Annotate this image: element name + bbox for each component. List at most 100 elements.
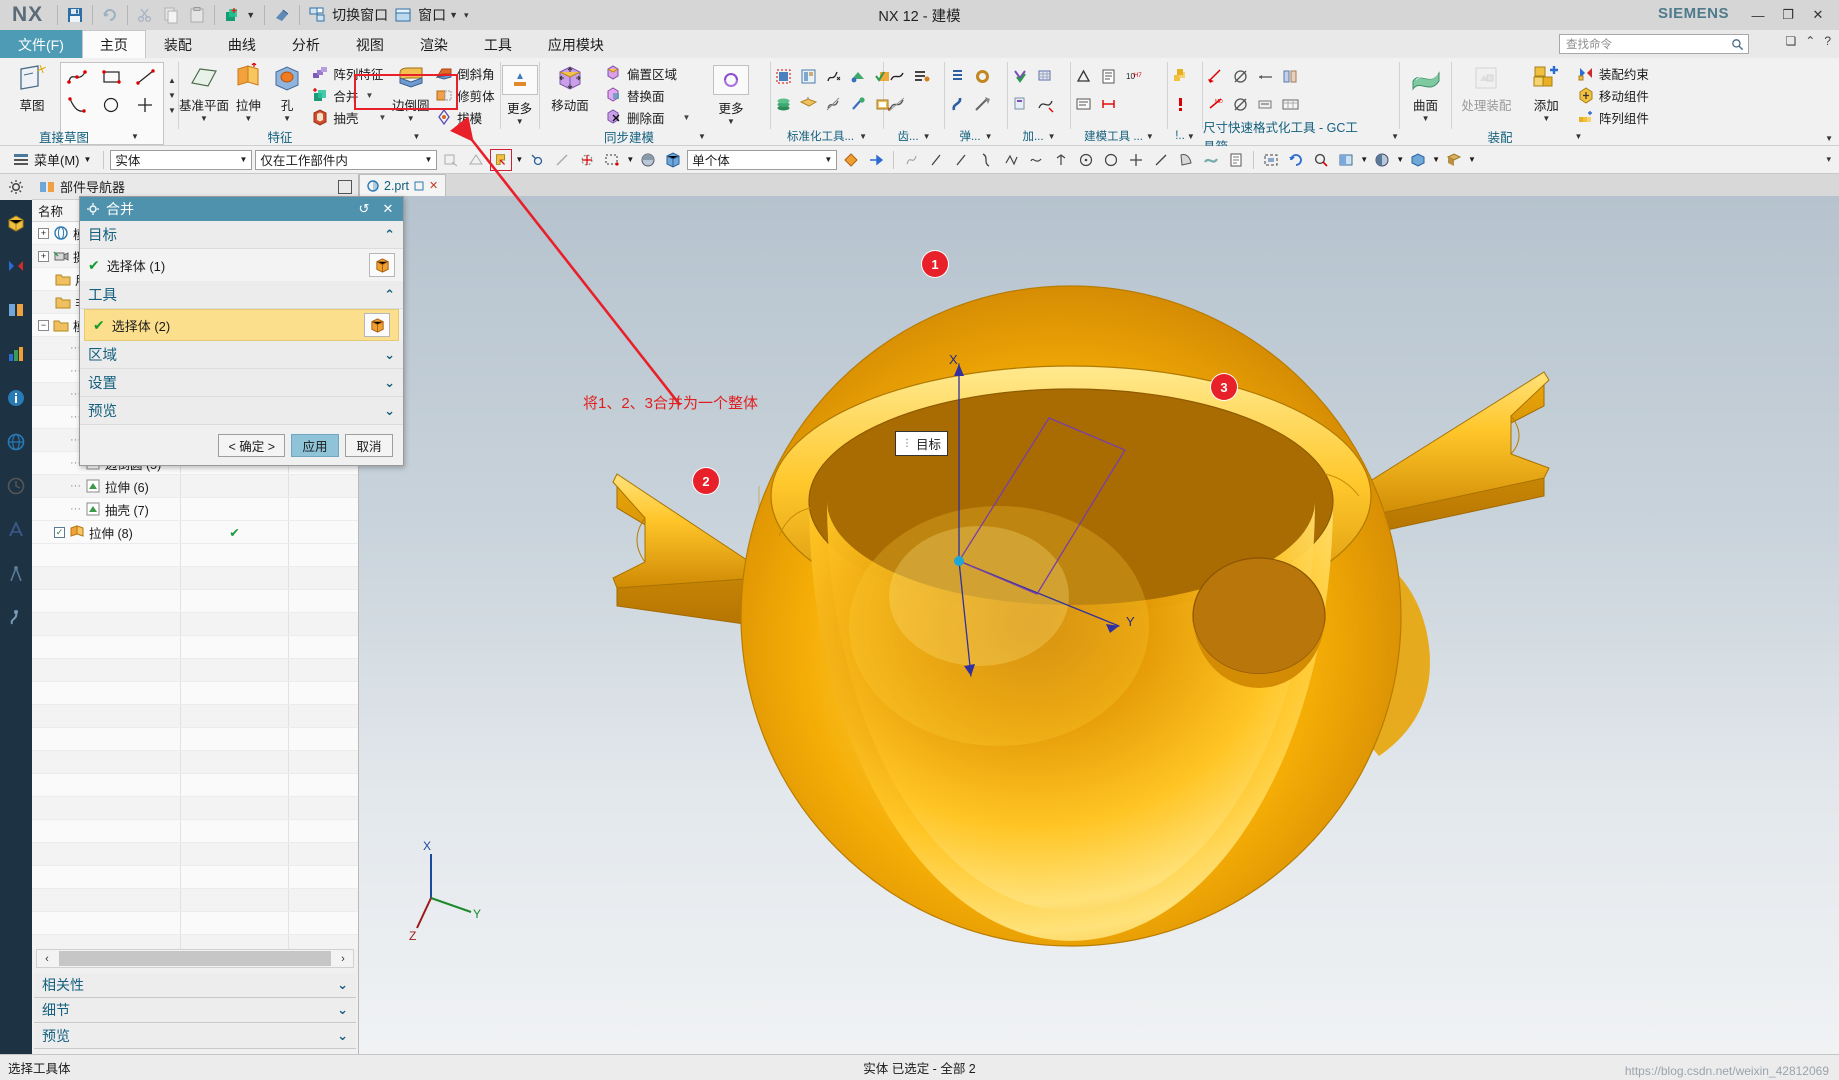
check-assembly-icon[interactable]	[1008, 63, 1033, 89]
close-icon[interactable]: ✕	[1803, 0, 1833, 30]
scroll-up-icon[interactable]: ▲	[168, 76, 176, 85]
view-style-icon[interactable]	[1335, 149, 1357, 171]
draft-button[interactable]: 拔模	[430, 106, 500, 128]
body-selection-filter[interactable]: 单个体 ▼	[687, 149, 838, 170]
group-expand-icon[interactable]: ▼	[413, 132, 421, 141]
dialog-section-tool[interactable]: 工具 ⌃	[80, 281, 403, 309]
scroll-down-icon[interactable]: ▼	[168, 91, 176, 100]
chamfer-button[interactable]: 倒斜角	[430, 62, 500, 84]
spring-tool-icon[interactable]	[970, 91, 995, 117]
expander-icon[interactable]: +	[38, 227, 49, 239]
expand-gallery-icon[interactable]: ▼	[168, 106, 176, 115]
selection-scope-filter[interactable]: 仅在工作部件内 ▼	[255, 149, 438, 170]
save-icon[interactable]	[62, 3, 88, 27]
spur-gear-icon[interactable]	[884, 63, 909, 89]
extension-spring-icon[interactable]	[945, 91, 970, 117]
chevron-down-icon[interactable]: ⌄	[384, 347, 395, 363]
shell-button[interactable]: 抽壳 ▼	[306, 106, 391, 128]
chevron-down-icon[interactable]: ⌄	[337, 1002, 348, 1018]
sidebar-item-roles[interactable]	[0, 552, 32, 596]
view-orient-icon[interactable]	[1407, 149, 1429, 171]
dialog-section-target[interactable]: 目标 ⌃	[80, 221, 403, 249]
blocks-icon[interactable]	[1168, 63, 1193, 89]
maximize-icon[interactable]: ❐	[1773, 0, 1803, 30]
rectangle-icon[interactable]	[99, 66, 125, 88]
torsion-spring-icon[interactable]	[970, 63, 995, 89]
chevron-down-icon[interactable]: ▼	[200, 115, 208, 123]
reuse-part-icon[interactable]	[771, 91, 796, 117]
tab-tools[interactable]: 工具	[466, 30, 530, 58]
apply-button[interactable]: 应用	[291, 433, 339, 457]
scroll-left-icon[interactable]: ‹	[37, 953, 57, 965]
document-icon[interactable]	[1096, 63, 1121, 89]
arc-icon[interactable]	[65, 94, 91, 116]
table-row[interactable]: ··· 抽壳 (7)	[32, 498, 358, 521]
trim-body-button[interactable]: 修剪体	[430, 84, 500, 106]
chevron-down-icon[interactable]: ▼	[1422, 115, 1430, 123]
section-details[interactable]: 细节 ⌄	[34, 998, 356, 1023]
chevron-down-icon[interactable]: ▼	[84, 155, 92, 164]
line-icon[interactable]	[133, 66, 159, 88]
chevron-down-icon[interactable]: ▼	[515, 155, 523, 164]
sidebar-item-system-scene[interactable]	[0, 596, 32, 640]
snap-inferred-icon[interactable]	[900, 149, 922, 171]
dim-arrow-icon[interactable]	[1253, 63, 1278, 89]
cancel-button[interactable]: 取消	[345, 433, 393, 457]
select-face-icon[interactable]	[490, 148, 513, 171]
chevron-down-icon[interactable]: ⌄	[337, 1028, 348, 1044]
new-object-icon[interactable]	[219, 3, 245, 27]
quick-dim-icon[interactable]	[1203, 63, 1228, 89]
chevron-down-icon[interactable]: ▼	[245, 10, 260, 20]
tab-render[interactable]: 渲染	[402, 30, 466, 58]
chevron-down-icon[interactable]: ▼	[378, 113, 386, 122]
table-row[interactable]: ✓ 拉伸 (8) ✔	[32, 521, 358, 544]
shaded-view-icon[interactable]	[637, 149, 659, 171]
unite-button[interactable]: 合并 ▼	[306, 84, 391, 106]
window-restore-icon[interactable]: ❏	[1785, 34, 1796, 48]
snap-arc-icon[interactable]	[975, 149, 997, 171]
chevron-down-icon[interactable]: ⌄	[337, 977, 348, 993]
chevron-down-icon[interactable]: ▼	[626, 155, 634, 164]
grid-tool-icon[interactable]	[1033, 63, 1058, 89]
tree-item[interactable]: ✓ 拉伸 (8)	[32, 523, 180, 542]
exclaim-icon[interactable]	[1168, 91, 1193, 117]
switch-window-label[interactable]: 切换窗口	[330, 5, 390, 25]
group-expand-icon[interactable]: ▼	[1146, 132, 1154, 141]
window-label[interactable]: 窗口	[416, 5, 448, 25]
rail-settings-button[interactable]	[0, 174, 32, 200]
checkbox[interactable]: ✓	[54, 526, 65, 538]
render-style-icon[interactable]	[1371, 149, 1393, 171]
snap-wave-icon[interactable]	[1025, 149, 1047, 171]
sidebar-item-assembly-navigator[interactable]	[0, 200, 32, 244]
tree-item[interactable]: ··· 拉伸 (6)	[32, 477, 180, 496]
tab-home[interactable]: 主页	[81, 30, 146, 58]
snap-point-cross-icon[interactable]	[1125, 149, 1147, 171]
sidebar-item-process-studio[interactable]	[0, 508, 32, 552]
help-icon[interactable]: ?	[1824, 34, 1831, 48]
bevel-gear-icon[interactable]	[884, 91, 909, 117]
chevron-down-icon[interactable]: ▼	[448, 10, 463, 20]
rectangle-select-icon[interactable]	[601, 149, 623, 171]
snap-center-icon[interactable]	[1075, 149, 1097, 171]
view-section-icon[interactable]	[1443, 149, 1465, 171]
sidebar-item-hd3d-tools[interactable]	[0, 376, 32, 420]
expander-icon[interactable]: +	[38, 250, 49, 262]
tab-application[interactable]: 应用模块	[530, 30, 622, 58]
chevron-down-icon[interactable]: ⌄	[384, 403, 395, 419]
group-expand-icon[interactable]: ▼	[1048, 132, 1056, 141]
chevron-up-icon[interactable]: ⌃	[1805, 34, 1815, 48]
tab-view[interactable]: 视图	[338, 30, 402, 58]
expander-icon[interactable]: −	[38, 319, 49, 331]
replace-face-button[interactable]: 替换面	[600, 84, 705, 106]
selection-bar-overflow-icon[interactable]: ▾	[1826, 154, 1839, 165]
chevron-down-icon[interactable]: ▼	[727, 118, 735, 126]
face-highlight-icon[interactable]	[840, 149, 862, 171]
dialog-row-select-target-body[interactable]: ✔ 选择体 (1)	[80, 249, 403, 281]
eraser-icon[interactable]	[269, 3, 295, 27]
chevron-down-icon[interactable]: ▼	[1468, 155, 1476, 164]
select-edge-icon[interactable]	[551, 149, 573, 171]
gear-list-icon[interactable]	[909, 63, 934, 89]
select-body-icon[interactable]	[369, 253, 395, 277]
tab-assembly[interactable]: 装配	[146, 30, 210, 58]
reset-icon[interactable]: ↺	[355, 201, 373, 217]
